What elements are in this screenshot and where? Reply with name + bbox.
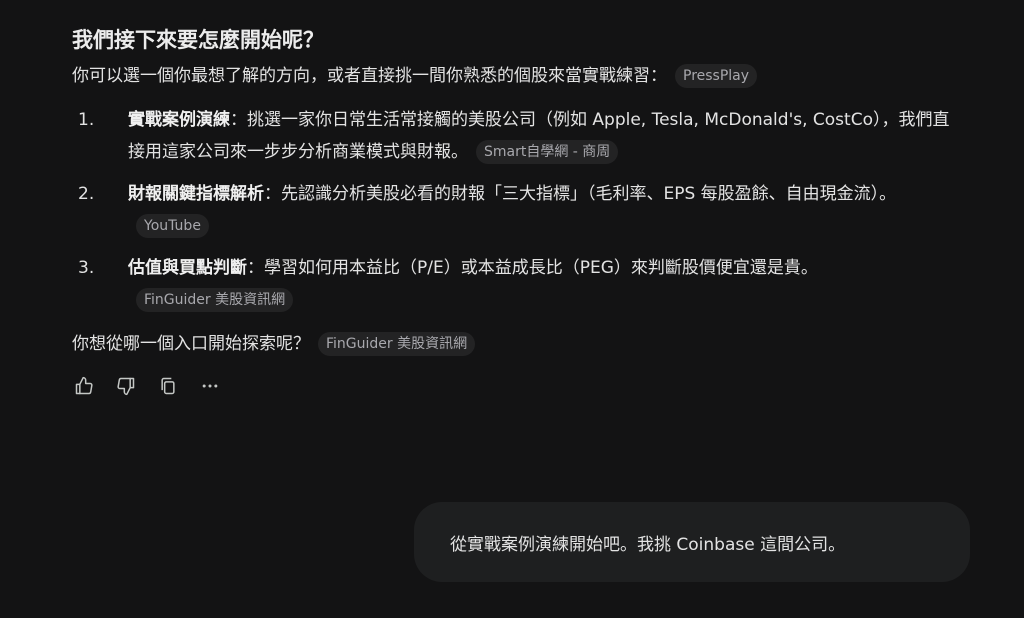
step-title: 實戰案例演練 [128,110,230,130]
more-icon[interactable] [200,376,220,396]
intro-text: 你可以選一個你最想了解的方向，或者直接挑一間你熟悉的個股來當實戰練習： [72,66,667,86]
list-item: 2. 財報關鍵指標解析：先認識分析美股必看的財報「三大指標」（毛利率、EPS 每… [72,178,962,242]
list-number: 3. [78,258,95,278]
source-chip[interactable]: FinGuider 美股資訊網 [136,288,294,312]
user-message-bubble: 從實戰案例演練開始吧。我挑 Coinbase 這間公司。 [414,502,970,582]
list-item: 3. 估值與買點判斷：學習如何用本益比（P/E）或本益成長比（PEG）來判斷股價… [72,252,962,316]
list-item: 1. 實戰案例演練：挑選一家你日常生活常接觸的美股公司（例如 Apple, Te… [72,104,962,168]
step-title: 估值與買點判斷 [128,258,247,278]
source-chip[interactable]: YouTube [136,214,209,238]
step-text: ：先認識分析美股必看的財報「三大指標」（毛利率、EPS 每股盈餘、自由現金流）。 [264,184,897,204]
followup-question: 你想從哪一個入口開始探索呢？ FinGuider 美股資訊網 [72,326,962,362]
step-text: ：學習如何用本益比（P/E）或本益成長比（PEG）來判斷股價便宜還是貴。 [247,258,818,278]
user-message-text: 從實戰案例演練開始吧。我挑 Coinbase 這間公司。 [450,534,846,555]
model-response: 我們接下來要怎麼開始呢？ 你可以選一個你最想了解的方向，或者直接挑一間你熟悉的個… [72,22,962,396]
source-chip[interactable]: PressPlay [675,64,758,88]
steps-list: 1. 實戰案例演練：挑選一家你日常生活常接觸的美股公司（例如 Apple, Te… [72,104,962,316]
step-title: 財報關鍵指標解析 [128,184,264,204]
response-heading: 我們接下來要怎麼開始呢？ [72,28,324,52]
thumbs-up-icon[interactable] [74,376,94,396]
copy-icon[interactable] [158,376,178,396]
response-actions [74,376,962,396]
list-number: 1. [78,110,95,130]
source-chip[interactable]: FinGuider 美股資訊網 [318,332,476,356]
list-number: 2. [78,184,95,204]
source-chip[interactable]: Smart自學網 - 商周 [476,140,619,164]
thumbs-down-icon[interactable] [116,376,136,396]
response-intro: 你可以選一個你最想了解的方向，或者直接挑一間你熟悉的個股來當實戰練習： Press… [72,58,962,94]
followup-text: 你想從哪一個入口開始探索呢？ [72,334,310,354]
